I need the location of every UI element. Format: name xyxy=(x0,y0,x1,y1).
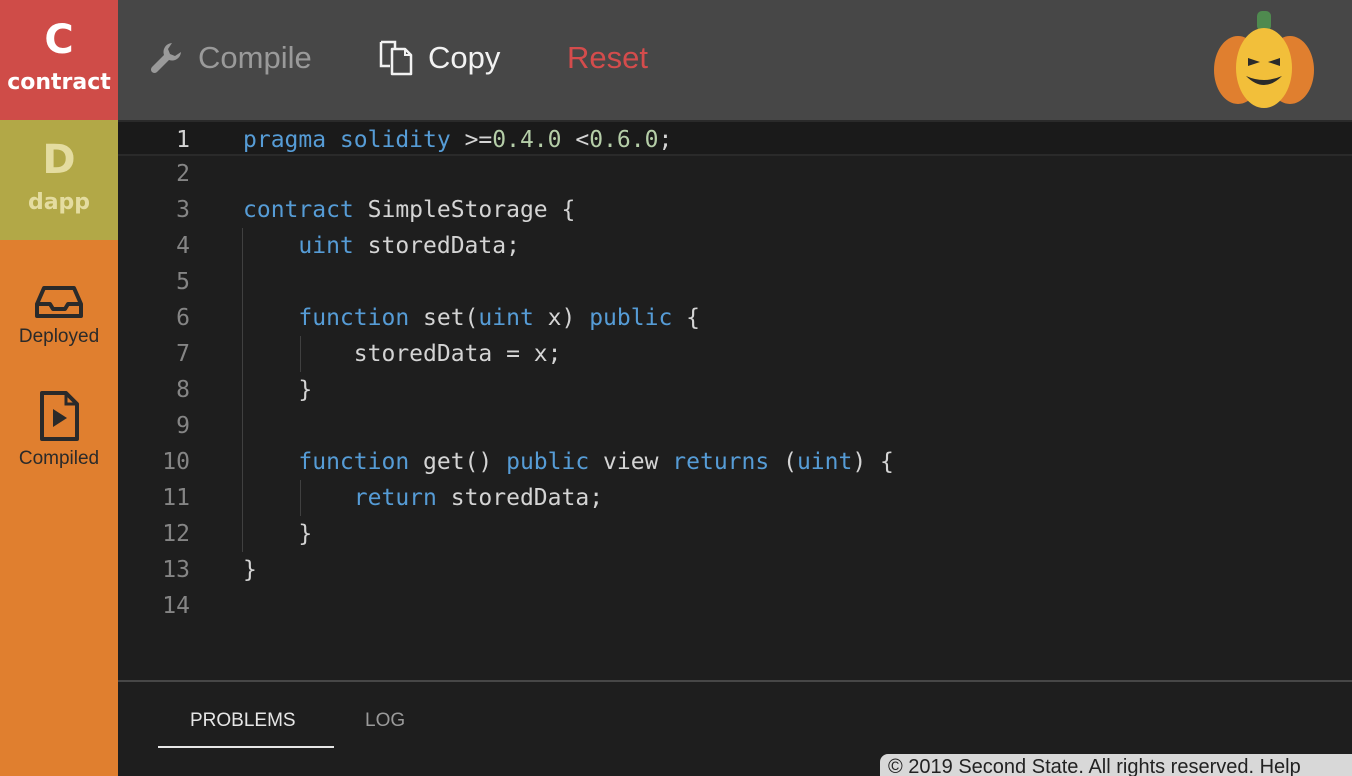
sidebar-item-compiled[interactable]: Compiled xyxy=(0,390,118,470)
toolbar: Compile Copy Reset xyxy=(118,0,1352,120)
reset-button[interactable]: Reset xyxy=(567,38,648,78)
code-text: } xyxy=(243,377,313,403)
contract-tab-letter: C xyxy=(44,17,74,63)
code-line[interactable]: 12 } xyxy=(118,516,1352,552)
line-number: 6 xyxy=(176,305,190,331)
tab-log[interactable]: LOG xyxy=(365,710,405,732)
dapp-tab[interactable]: D dapp xyxy=(0,120,118,240)
code-text: uint storedData; xyxy=(298,233,520,259)
code-line[interactable]: 6 function set(uint x) public { xyxy=(118,300,1352,336)
dapp-tab-letter: D xyxy=(42,137,76,183)
code-line[interactable]: 14 xyxy=(118,588,1352,624)
sidebar: C contract D dapp Deployed Compiled xyxy=(0,0,118,776)
code-line[interactable]: 10 function get() public view returns (u… xyxy=(118,444,1352,480)
line-number: 4 xyxy=(176,233,190,259)
tab-problems[interactable]: PROBLEMS xyxy=(190,710,296,732)
copy-button[interactable]: Copy xyxy=(378,38,500,78)
code-line[interactable]: 9 xyxy=(118,408,1352,444)
inbox-icon xyxy=(35,286,83,318)
code-line[interactable]: 7 storedData = x; xyxy=(118,336,1352,372)
reset-label: Reset xyxy=(567,40,648,75)
active-tab-indicator xyxy=(158,746,334,748)
indent-guide xyxy=(242,228,243,552)
copy-label: Copy xyxy=(428,40,501,75)
sidebar-item-deployed[interactable]: Deployed xyxy=(0,284,118,348)
line-number: 11 xyxy=(162,485,190,511)
code-text: function get() public view returns (uint… xyxy=(298,449,894,475)
code-line[interactable]: 2 xyxy=(118,156,1352,192)
line-number: 1 xyxy=(176,127,190,153)
code-line[interactable]: 5 xyxy=(118,264,1352,300)
line-number: 5 xyxy=(176,269,190,295)
indent-guide xyxy=(300,336,301,372)
code-line[interactable]: 8 } xyxy=(118,372,1352,408)
compile-label: Compile xyxy=(198,40,312,75)
code-text: } xyxy=(243,521,313,547)
indent-guide xyxy=(300,480,301,516)
code-line[interactable]: 3 contract SimpleStorage { xyxy=(118,192,1352,228)
line-number: 14 xyxy=(162,593,190,619)
line-number: 13 xyxy=(162,557,190,583)
sidebar-item-compiled-label: Compiled xyxy=(18,448,100,469)
code-line[interactable]: 4 uint storedData; xyxy=(118,228,1352,264)
code-editor[interactable]: 1 pragma solidity >=0.4.0 <0.6.0; 2 3 co… xyxy=(118,120,1352,680)
code-text: pragma solidity >=0.4.0 <0.6.0; xyxy=(243,127,673,153)
line-number: 8 xyxy=(176,377,190,403)
line-number: 7 xyxy=(176,341,190,367)
line-number: 10 xyxy=(162,449,190,475)
compile-button[interactable]: Compile xyxy=(148,38,312,78)
line-number: 12 xyxy=(162,521,190,547)
code-line[interactable]: 1 pragma solidity >=0.4.0 <0.6.0; xyxy=(118,120,1352,156)
code-text: storedData = x; xyxy=(243,341,562,367)
code-text: } xyxy=(243,557,257,583)
copy-icon xyxy=(379,40,413,76)
footer-copyright: © 2019 Second State. All rights reserved… xyxy=(880,754,1352,776)
wrench-icon xyxy=(150,43,181,74)
line-number: 3 xyxy=(176,197,190,223)
play-file-icon xyxy=(40,391,79,441)
code-line[interactable]: 11 return storedData; xyxy=(118,480,1352,516)
dapp-tab-label: dapp xyxy=(27,190,91,215)
pumpkin-logo-icon[interactable] xyxy=(1212,10,1316,114)
contract-tab[interactable]: C contract xyxy=(0,0,118,120)
line-number: 9 xyxy=(176,413,190,439)
code-text: return storedData; xyxy=(353,485,604,511)
code-text: function set(uint x) public { xyxy=(298,305,700,331)
sidebar-item-deployed-label: Deployed xyxy=(18,326,100,347)
contract-tab-label: contract xyxy=(7,70,111,95)
line-number: 2 xyxy=(176,161,190,187)
code-text: contract SimpleStorage { xyxy=(243,197,576,223)
code-line[interactable]: 13 } xyxy=(118,552,1352,588)
